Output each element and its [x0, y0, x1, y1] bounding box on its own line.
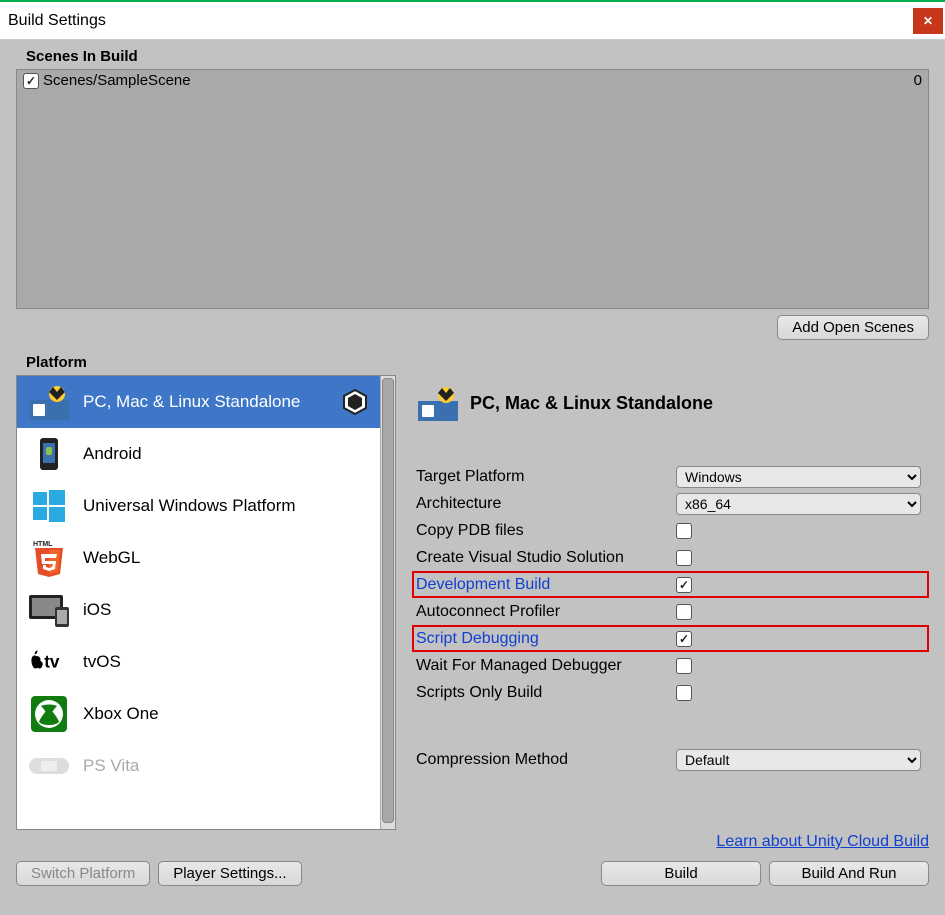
platform-label: Android [83, 444, 142, 464]
scene-index: 0 [914, 72, 922, 89]
script-debug-label: Script Debugging [416, 630, 676, 648]
scripts-only-label: Scripts Only Build [416, 684, 676, 702]
player-settings-button[interactable]: Player Settings... [158, 861, 301, 886]
settings-title: PC, Mac & Linux Standalone [470, 393, 713, 414]
standalone-icon [27, 382, 71, 422]
script-debug-checkbox[interactable] [676, 631, 692, 647]
platform-heading: Platform [0, 346, 945, 375]
build-button[interactable]: Build [601, 861, 761, 886]
build-settings-panel: PC, Mac & Linux Standalone Target Platfo… [416, 375, 929, 851]
platform-item-xbox[interactable]: Xbox One [17, 688, 395, 740]
scenes-heading: Scenes In Build [0, 40, 945, 69]
titlebar: Build Settings ✕ [0, 2, 945, 40]
copy-pdb-label: Copy PDB files [416, 522, 676, 540]
ios-icon [27, 590, 71, 630]
scrollbar-thumb[interactable] [382, 378, 394, 823]
standalone-icon [416, 383, 460, 423]
scene-name: Scenes/SampleScene [43, 72, 191, 89]
create-vs-checkbox[interactable] [676, 550, 692, 566]
switch-platform-button[interactable]: Switch Platform [16, 861, 150, 886]
wait-debugger-label: Wait For Managed Debugger [416, 657, 676, 675]
platform-item-psvita[interactable]: PS Vita [17, 740, 395, 792]
close-button[interactable]: ✕ [913, 8, 943, 34]
unity-icon [341, 388, 369, 416]
build-and-run-button[interactable]: Build And Run [769, 861, 929, 886]
create-vs-label: Create Visual Studio Solution [416, 549, 676, 567]
dev-build-label: Development Build [416, 576, 676, 594]
scripts-only-checkbox[interactable] [676, 685, 692, 701]
platform-item-uwp[interactable]: Universal Windows Platform [17, 480, 395, 532]
scene-checkbox[interactable] [23, 73, 39, 89]
autoconnect-checkbox[interactable] [676, 604, 692, 620]
platform-label: WebGL [83, 548, 140, 568]
platform-label: iOS [83, 600, 111, 620]
cloud-build-link[interactable]: Learn about Unity Cloud Build [716, 833, 929, 851]
copy-pdb-checkbox[interactable] [676, 523, 692, 539]
platform-label: Xbox One [83, 704, 159, 724]
platform-label: PC, Mac & Linux Standalone [83, 392, 300, 412]
window-title: Build Settings [8, 12, 106, 30]
android-icon [27, 434, 71, 474]
target-platform-select[interactable]: Windows [676, 466, 921, 488]
svg-text:HTML: HTML [33, 541, 53, 548]
compression-label: Compression Method [416, 751, 676, 769]
compression-select[interactable]: Default [676, 749, 921, 771]
dev-build-checkbox[interactable] [676, 577, 692, 593]
windows-icon [27, 486, 71, 526]
platform-label: Universal Windows Platform [83, 496, 296, 516]
add-open-scenes-button[interactable]: Add Open Scenes [777, 315, 929, 340]
platform-list[interactable]: PC, Mac & Linux Standalone Andro [16, 375, 396, 830]
platform-item-ios[interactable]: iOS [17, 584, 395, 636]
platform-label: PS Vita [83, 756, 139, 776]
html5-icon: HTML [27, 538, 71, 578]
platform-item-android[interactable]: Android [17, 428, 395, 480]
platform-item-standalone[interactable]: PC, Mac & Linux Standalone [17, 376, 395, 428]
target-platform-label: Target Platform [416, 468, 676, 486]
platform-scrollbar[interactable] [380, 376, 395, 829]
apple-tv-icon: tv [27, 642, 71, 682]
platform-item-tvos[interactable]: tv tvOS [17, 636, 395, 688]
architecture-select[interactable]: x86_64 [676, 493, 921, 515]
architecture-label: Architecture [416, 495, 676, 513]
scenes-list[interactable]: Scenes/SampleScene 0 [16, 69, 929, 309]
xbox-icon [27, 694, 71, 734]
wait-debugger-checkbox[interactable] [676, 658, 692, 674]
scene-row[interactable]: Scenes/SampleScene 0 [17, 70, 928, 91]
svg-text:tv: tv [44, 652, 60, 672]
platform-item-webgl[interactable]: HTML WebGL [17, 532, 395, 584]
platform-label: tvOS [83, 652, 121, 672]
autoconnect-label: Autoconnect Profiler [416, 603, 676, 621]
psvita-icon [27, 746, 71, 786]
